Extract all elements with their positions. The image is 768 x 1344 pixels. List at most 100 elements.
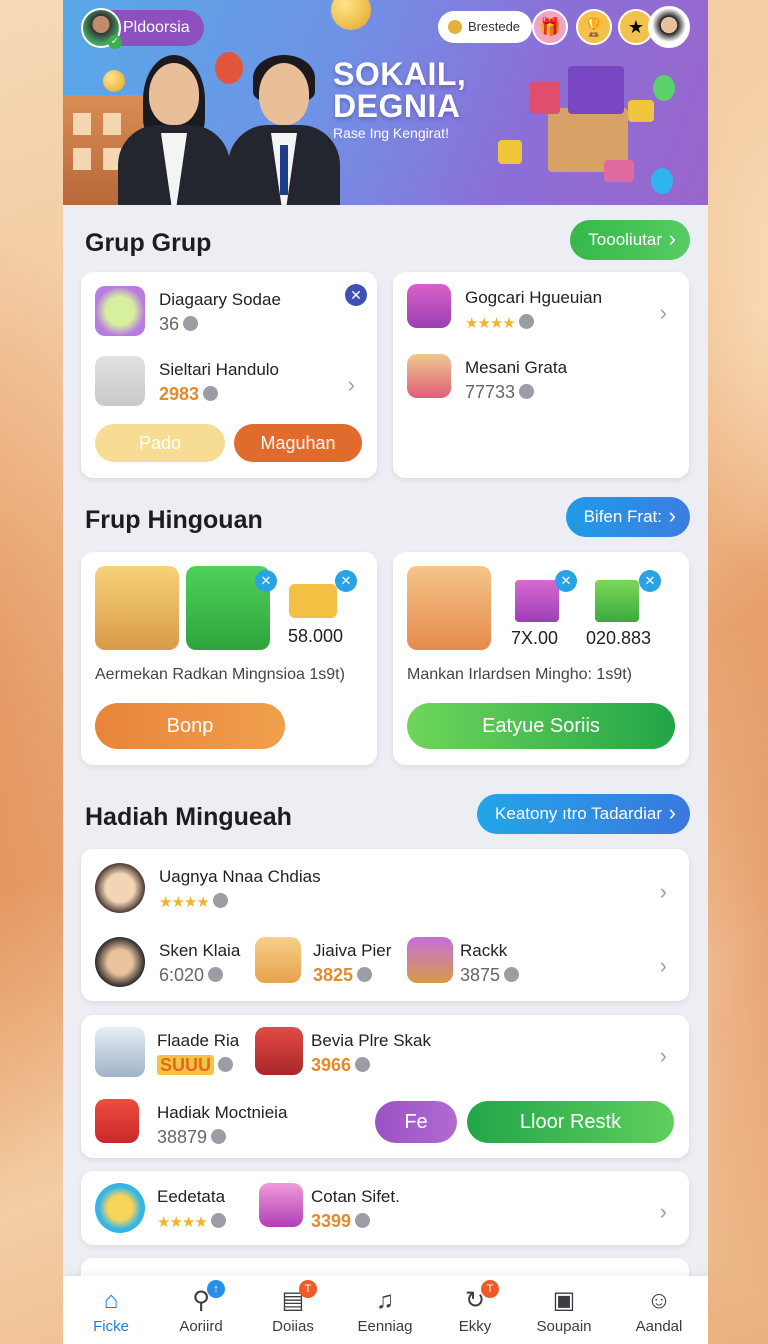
gift-box-icon bbox=[595, 580, 639, 622]
user-avatar bbox=[81, 8, 122, 49]
nav-label: Ekky bbox=[458, 1318, 492, 1335]
notification-badge: ↑ bbox=[207, 1280, 225, 1298]
gift-box-icon bbox=[259, 1183, 303, 1227]
section-grup-header: Grup Grup Toooliutar bbox=[63, 205, 708, 273]
nav-item-activity[interactable]: ⚲ ↑ Aoriird bbox=[155, 1276, 247, 1344]
section-title: Hadiah Minguеah bbox=[85, 803, 292, 831]
item-title: Uagnya Nnaa Chdias bbox=[159, 867, 321, 886]
item-title: Sken Klaia bbox=[159, 941, 241, 960]
expand-icon[interactable]: ✕ bbox=[555, 570, 577, 592]
gift-box-icon bbox=[407, 937, 453, 983]
nav-item-refresh[interactable]: ↻ T Ekky bbox=[429, 1276, 521, 1344]
tile-value: 020.883 bbox=[586, 628, 652, 648]
fe-button[interactable]: Fe bbox=[375, 1101, 457, 1143]
expand-icon[interactable]: ✕ bbox=[255, 570, 277, 592]
gift-thumbnail bbox=[95, 286, 145, 336]
nav-label: Soupain bbox=[536, 1318, 592, 1335]
group-card-left: Diagaary Sodae 36 ✕ Sieltari Handulo 298… bbox=[81, 272, 377, 478]
chevron-right-icon: › bbox=[659, 1199, 667, 1224]
close-icon[interactable]: ✕ bbox=[345, 284, 367, 306]
see-all-button[interactable]: Bifen Frat: bbox=[565, 496, 690, 537]
profile-icon: ☺ bbox=[646, 1287, 672, 1314]
register-thumbnail bbox=[95, 356, 145, 406]
see-all-button[interactable]: Toooliutar bbox=[570, 219, 690, 260]
see-all-button[interactable]: Keatony ıtro Tadardiar bbox=[477, 793, 690, 834]
coin-decoration bbox=[103, 70, 125, 92]
gift-box-icon bbox=[255, 937, 301, 983]
star-rating-icon: ★★★★ bbox=[465, 315, 516, 332]
gift-box-icon bbox=[407, 354, 451, 398]
calendar-icon: ▣ bbox=[552, 1287, 576, 1314]
nav-item-calendar[interactable]: ▣ Soupain bbox=[518, 1276, 610, 1344]
list-item[interactable]: Uagnya Nnaa Chdias ★★★★ › bbox=[95, 863, 675, 923]
item-title: Jiaiva Pier bbox=[313, 941, 392, 960]
list-item[interactable]: Mesani Grata 77733 bbox=[407, 354, 675, 414]
frup-card-right: ✕ ✕ 7X.00 020.883 Mankan Irlardsen Mingh… bbox=[393, 552, 689, 765]
hero-title: SOKAIL, DEGNIA bbox=[333, 58, 466, 122]
gift-pile-illustration bbox=[498, 60, 668, 200]
star-rating-icon: ★★★★ bbox=[157, 1214, 208, 1231]
list-item[interactable]: Eedetata ★★★★ Cotan Sifet. 3399 › bbox=[95, 1183, 675, 1243]
hadiah-card-2: Flaade Ria SUUU Bevia Plre Skak 3966 › H… bbox=[81, 1015, 689, 1158]
item-value: 36 bbox=[159, 314, 199, 335]
section-title: Grup Grup bbox=[85, 229, 212, 257]
tile-value: 7X.00 bbox=[511, 628, 559, 648]
lloor-restk-button[interactable]: Lloor Restk bbox=[467, 1101, 674, 1143]
item-rating: ★★★★ bbox=[159, 891, 228, 912]
item-title: Flaade Ria bbox=[157, 1031, 240, 1050]
gift-box-icon bbox=[515, 580, 559, 622]
item-value: 77733 bbox=[465, 382, 535, 403]
woman-illustration bbox=[113, 55, 233, 205]
gift-icon[interactable]: 🎁 bbox=[532, 9, 568, 45]
hero-avatar[interactable] bbox=[648, 6, 690, 48]
nav-item-documents[interactable]: ▤ T Doiias bbox=[247, 1276, 339, 1344]
list-item[interactable]: Gogcari Hgueuian ★★★★ › bbox=[407, 284, 675, 344]
avatar bbox=[95, 937, 145, 987]
item-title: Hadiak Moctnieia bbox=[157, 1103, 288, 1122]
profile-pill[interactable]: Pldoorsia bbox=[81, 8, 204, 49]
item-title: Diagaary Sodae bbox=[159, 290, 281, 309]
trophy-icon[interactable]: 🏆 bbox=[576, 9, 612, 45]
nav-label: Ficke bbox=[93, 1318, 129, 1335]
item-value: 3966 bbox=[311, 1055, 371, 1076]
item-title: Eedetata bbox=[157, 1187, 226, 1206]
chevron-right-icon: › bbox=[347, 372, 355, 397]
pado-button[interactable]: Pado bbox=[95, 424, 225, 462]
maguhan-button[interactable]: Maguhan bbox=[234, 424, 362, 462]
nav-item-profile[interactable]: ☺ Aandal bbox=[613, 1276, 705, 1344]
nav-label: Aoriird bbox=[179, 1318, 223, 1335]
item-title: Cotan Sifet. bbox=[311, 1187, 400, 1206]
item-title: Gogcari Hgueuian bbox=[465, 288, 603, 307]
list-item[interactable]: Sieltari Handulo 2983 › bbox=[95, 356, 363, 416]
chair-tile[interactable] bbox=[407, 566, 491, 650]
section-frup-header: Frup Hingouan Bifen Frat: bbox=[63, 482, 708, 550]
eatyue-soriis-button[interactable]: Eatyue Soriis bbox=[407, 703, 675, 749]
item-title: Mesani Grata bbox=[465, 358, 568, 377]
hero-subtitle: Rase Ing Kengirat! bbox=[333, 125, 449, 141]
notification-badge: T bbox=[299, 1280, 317, 1298]
list-item[interactable]: Flaade Ria SUUU Bevia Plre Skak 3966 › bbox=[95, 1027, 675, 1087]
list-item[interactable]: Sken Klaia 6:020 Jiaiva Pier 3825 Rackk … bbox=[95, 937, 675, 997]
chevron-right-icon: › bbox=[659, 953, 667, 978]
bonp-button[interactable]: Bonp bbox=[95, 703, 285, 749]
expand-icon[interactable]: ✕ bbox=[335, 570, 357, 592]
nav-label: Aandal bbox=[635, 1318, 683, 1335]
nav-label: Doiias bbox=[272, 1318, 314, 1335]
card-caption: Aermekan Radkan Mingnsioa 1s9t) bbox=[95, 666, 345, 683]
section-hadiah-header: Hadiah Minguеah Keatony ıtro Tadardiar bbox=[63, 779, 708, 847]
nav-item-home[interactable]: ⌂ Ficke bbox=[65, 1276, 157, 1344]
chevron-right-icon: › bbox=[659, 1043, 667, 1068]
gift-chest-icon bbox=[255, 1027, 303, 1075]
card-caption: Mankan Irlardsen Mingho: 1s9t) bbox=[407, 666, 632, 683]
coin-balance-pill[interactable]: Brestede bbox=[438, 11, 533, 43]
man-illustration bbox=[223, 55, 343, 205]
expand-icon[interactable]: ✕ bbox=[639, 570, 661, 592]
list-item[interactable]: Diagaary Sodae 36 ✕ bbox=[95, 284, 367, 346]
item-value: SUUU bbox=[157, 1055, 234, 1076]
profile-name: Pldoorsia bbox=[123, 19, 190, 36]
item-value: 38879 bbox=[157, 1127, 227, 1148]
tile-value: 58.000 bbox=[288, 626, 344, 646]
treasure-box-tile[interactable] bbox=[95, 566, 179, 650]
nav-item-notifications[interactable]: ♫ Eenniag bbox=[339, 1276, 431, 1344]
notification-badge: T bbox=[481, 1280, 499, 1298]
